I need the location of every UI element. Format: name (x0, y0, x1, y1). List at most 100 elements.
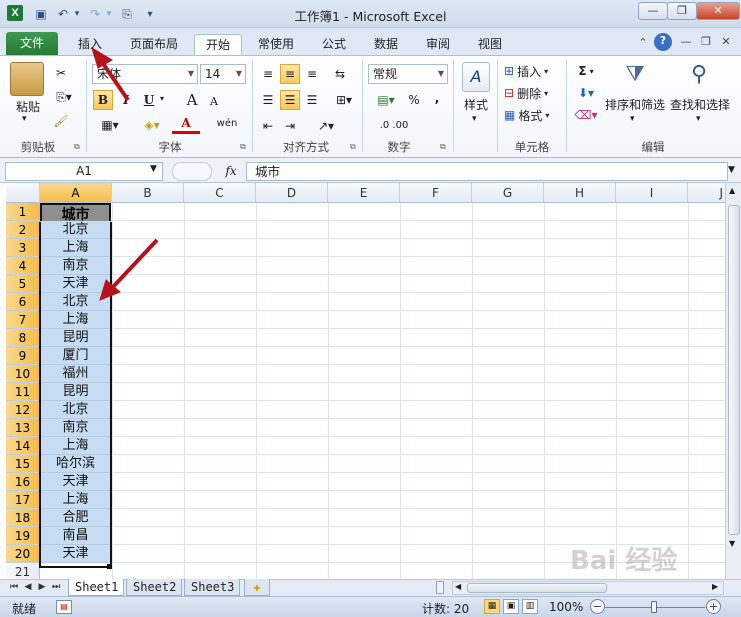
scroll-left-icon[interactable]: ◀ (455, 582, 461, 591)
page-break-view-icon[interactable]: ▥ (522, 599, 538, 614)
column-header-g[interactable]: G (472, 183, 544, 203)
scroll-right-icon[interactable]: ▶ (712, 582, 718, 591)
column-header-e[interactable]: E (328, 183, 400, 203)
column-header-h[interactable]: H (544, 183, 616, 203)
zoom-in-icon[interactable]: + (706, 599, 721, 614)
help-icon[interactable]: ? (654, 33, 672, 51)
doc-restore-icon[interactable]: ❐ (698, 34, 714, 50)
align-bottom-icon[interactable]: ≡ (302, 64, 322, 84)
row-header-14[interactable]: 14 (6, 437, 40, 455)
row-header-9[interactable]: 9 (6, 347, 40, 365)
horizontal-scrollbar[interactable]: ◀ ▶ (452, 581, 724, 595)
font-color-icon[interactable]: A (172, 114, 200, 134)
tab-view[interactable]: 视图 (468, 34, 512, 56)
underline-button[interactable]: U (139, 90, 159, 110)
insert-cells-button[interactable]: ⊞ 插入 ▾ (504, 62, 562, 80)
align-middle-icon[interactable]: ≡ (280, 64, 300, 84)
vertical-scrollbar[interactable]: ▲ ▼ (725, 183, 741, 579)
zoom-slider-knob[interactable] (651, 601, 657, 613)
row-header-1[interactable]: 1 (6, 203, 40, 221)
insert-sheet-icon[interactable]: ✚ (244, 579, 270, 596)
row-header-15[interactable]: 15 (6, 455, 40, 473)
row-header-17[interactable]: 17 (6, 491, 40, 509)
row-header-11[interactable]: 11 (6, 383, 40, 401)
increase-indent-icon[interactable]: ⇥ (280, 116, 300, 136)
styles-icon[interactable]: A (462, 62, 490, 92)
align-center-icon[interactable]: ☰ (280, 90, 300, 110)
minimize-button[interactable]: — (638, 2, 668, 20)
next-sheet-icon[interactable]: ▶ (36, 580, 48, 595)
align-right-icon[interactable]: ☰ (302, 90, 322, 110)
tab-home[interactable]: 开始 (194, 34, 242, 56)
sheet-tab-2[interactable]: Sheet2 (126, 579, 182, 596)
column-header-a[interactable]: A (40, 183, 112, 203)
row-header-7[interactable]: 7 (6, 311, 40, 329)
column-header-j[interactable]: J (688, 183, 725, 203)
row-header-12[interactable]: 12 (6, 401, 40, 419)
page-layout-view-icon[interactable]: ▣ (503, 599, 519, 614)
scroll-up-icon[interactable]: ▲ (729, 186, 735, 195)
align-left-icon[interactable]: ☰ (258, 90, 278, 110)
number-format-select[interactable]: 常规 ▼ (368, 64, 448, 84)
row-header-10[interactable]: 10 (6, 365, 40, 383)
cut-icon[interactable]: ✂ (52, 64, 70, 82)
normal-view-icon[interactable]: ▦ (484, 599, 500, 614)
sort-filter-icon[interactable]: ⧩ (620, 62, 650, 92)
row-header-20[interactable]: 20 (6, 545, 40, 563)
shrink-font-button[interactable]: A (204, 92, 224, 112)
paste-dropdown-icon[interactable]: ▾ (22, 114, 27, 124)
doc-close-icon[interactable]: ✕ (718, 34, 734, 50)
column-header-b[interactable]: B (112, 183, 184, 203)
paste-button[interactable]: 粘贴 (8, 98, 48, 115)
comma-button[interactable]: , (428, 88, 446, 108)
row-header-16[interactable]: 16 (6, 473, 40, 491)
clipboard-launcher-icon[interactable]: ⧉ (74, 142, 80, 152)
binoculars-icon[interactable]: ⚲ (684, 62, 714, 92)
styles-button[interactable]: 样式 (458, 96, 494, 113)
fill-handle[interactable] (107, 564, 112, 569)
column-header-f[interactable]: F (400, 183, 472, 203)
row-header-5[interactable]: 5 (6, 275, 40, 293)
delete-cells-button[interactable]: ⊟ 删除 ▾ (504, 84, 562, 102)
horizontal-scroll-thumb[interactable] (467, 583, 607, 593)
tab-formulas[interactable]: 公式 (312, 34, 356, 56)
tab-insert[interactable]: 插入 (68, 34, 112, 56)
merge-center-icon[interactable]: ⊞▾ (330, 90, 358, 110)
grow-font-button[interactable]: A (182, 90, 202, 110)
number-launcher-icon[interactable]: ⧉ (440, 142, 446, 152)
row-header-4[interactable]: 4 (6, 257, 40, 275)
formula-input[interactable]: 城市 (246, 162, 728, 181)
column-header-d[interactable]: D (256, 183, 328, 203)
row-header-8[interactable]: 8 (6, 329, 40, 347)
find-select-button[interactable]: 查找和选择 (668, 96, 732, 113)
tab-review[interactable]: 审阅 (416, 34, 460, 56)
restore-button[interactable]: ❐ (667, 2, 697, 20)
underline-dropdown-icon[interactable]: ▾ (160, 94, 164, 103)
align-top-icon[interactable]: ≡ (258, 64, 278, 84)
format-painter-icon[interactable]: 🖌 (52, 112, 70, 130)
formula-expand-icon[interactable]: ▼ (728, 165, 735, 175)
sort-filter-dropdown-icon[interactable]: ▾ (630, 114, 635, 124)
font-name-select[interactable]: 宋体 ▼ (92, 64, 198, 84)
first-sheet-icon[interactable]: ⏮ (8, 580, 20, 595)
prev-sheet-icon[interactable]: ◀ (22, 580, 34, 595)
autosum-button[interactable]: Σ ▾ (572, 62, 600, 80)
font-size-select[interactable]: 14 ▼ (200, 64, 246, 84)
cell-a1-header[interactable]: 城市 (40, 203, 111, 223)
column-header-c[interactable]: C (184, 183, 256, 203)
copy-icon[interactable]: ⎘▾ (52, 88, 76, 106)
fill-icon[interactable]: ⬇▾ (572, 84, 600, 102)
zoom-out-icon[interactable]: − (590, 599, 605, 614)
italic-button[interactable]: I (116, 90, 136, 110)
row-header-2[interactable]: 2 (6, 221, 40, 239)
row-header-3[interactable]: 3 (6, 239, 40, 257)
macro-record-icon[interactable]: ▤ (56, 600, 72, 614)
row-header-6[interactable]: 6 (6, 293, 40, 311)
orientation-icon[interactable]: ↗▾ (312, 116, 340, 136)
column-header-i[interactable]: I (616, 183, 688, 203)
name-box-dropdown-icon[interactable]: ▼ (150, 164, 157, 174)
phonetic-icon[interactable]: wén (214, 114, 240, 134)
font-launcher-icon[interactable]: ⧉ (240, 142, 246, 152)
sheet-tab-3[interactable]: Sheet3 (184, 579, 240, 596)
row-header-13[interactable]: 13 (6, 419, 40, 437)
